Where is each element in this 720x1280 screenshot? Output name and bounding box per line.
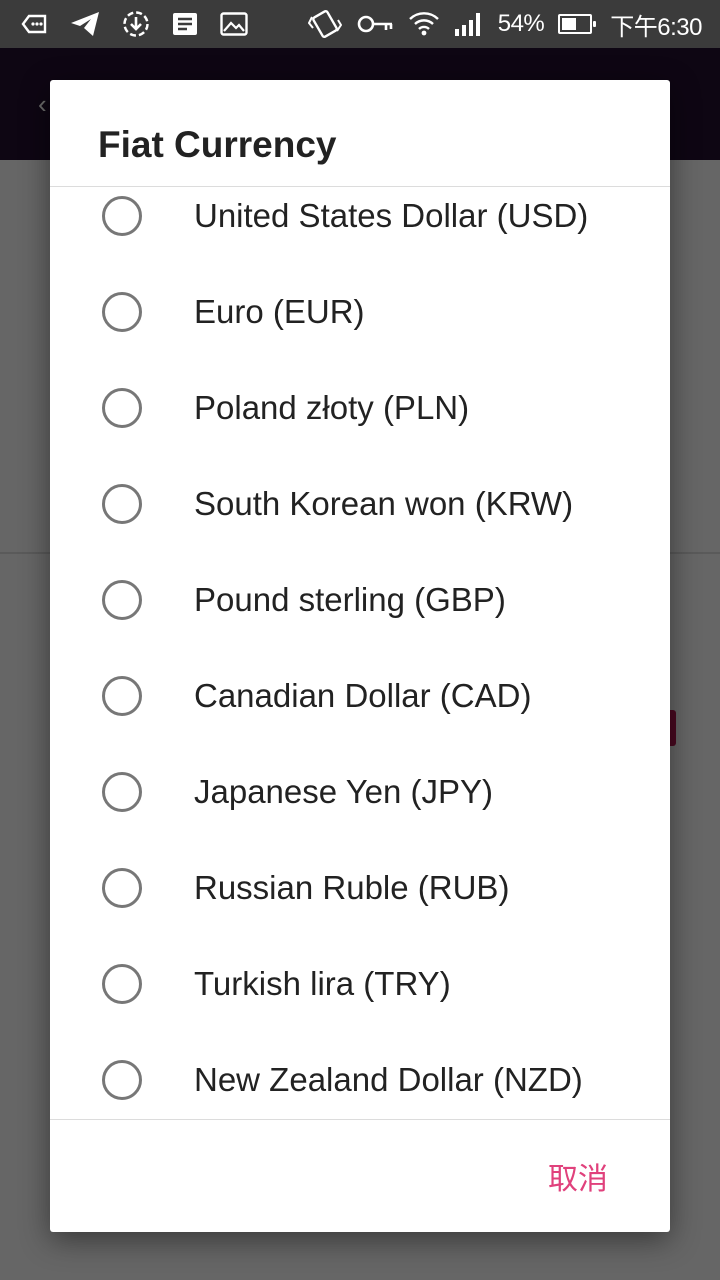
battery-icon bbox=[558, 14, 597, 34]
vibrate-icon bbox=[307, 9, 342, 39]
currency-option[interactable]: Poland złoty (PLN) bbox=[50, 360, 670, 456]
currency-option-label: Canadian Dollar (CAD) bbox=[194, 677, 532, 714]
currency-option[interactable]: Euro (EUR) bbox=[50, 264, 670, 360]
currency-option-label: Turkish lira (TRY) bbox=[194, 965, 451, 1002]
currency-option-label: Pound sterling (GBP) bbox=[194, 581, 506, 618]
download-icon bbox=[122, 10, 150, 38]
currency-option[interactable]: Japanese Yen (JPY) bbox=[50, 744, 670, 840]
footer-divider bbox=[50, 1119, 670, 1120]
radio-button-icon[interactable] bbox=[102, 1060, 142, 1100]
clock: 下午6:30 bbox=[610, 13, 702, 41]
radio-button-icon[interactable] bbox=[102, 196, 142, 236]
radio-button-icon[interactable] bbox=[102, 484, 142, 524]
signal-icon bbox=[454, 11, 484, 37]
currency-option-label: United States Dollar (USD) bbox=[194, 197, 589, 234]
radio-button-icon[interactable] bbox=[102, 292, 142, 332]
currency-option[interactable]: Pound sterling (GBP) bbox=[50, 552, 670, 648]
currency-option[interactable]: United States Dollar (USD) bbox=[50, 187, 670, 264]
currency-option-label: Japanese Yen (JPY) bbox=[194, 773, 494, 810]
notes-icon bbox=[172, 12, 198, 36]
cancel-button[interactable]: 取消 bbox=[528, 1154, 628, 1198]
currency-option[interactable]: Turkish lira (TRY) bbox=[50, 936, 670, 1032]
radio-button-icon[interactable] bbox=[102, 676, 142, 716]
currency-option[interactable]: New Zealand Dollar (NZD) bbox=[50, 1032, 670, 1119]
currency-option[interactable]: South Korean won (KRW) bbox=[50, 456, 670, 552]
battery-percent: 54% bbox=[497, 10, 545, 37]
dialog-title: Fiat Currency bbox=[98, 124, 337, 165]
radio-button-icon[interactable] bbox=[102, 868, 142, 908]
voicemail-icon bbox=[20, 13, 48, 35]
vpn-key-icon bbox=[356, 13, 394, 35]
radio-button-icon[interactable] bbox=[102, 388, 142, 428]
wifi-icon bbox=[408, 9, 440, 39]
fiat-currency-dialog: Fiat Currency United States Dollar (USD)… bbox=[50, 80, 670, 1232]
telegram-icon bbox=[70, 11, 100, 37]
radio-button-icon[interactable] bbox=[102, 964, 142, 1004]
currency-option-label: South Korean won (KRW) bbox=[194, 485, 574, 522]
currency-option-label: Russian Ruble (RUB) bbox=[194, 869, 510, 906]
currency-option-label: Poland złoty (PLN) bbox=[194, 389, 470, 426]
currency-option[interactable]: Russian Ruble (RUB) bbox=[50, 840, 670, 936]
radio-button-icon[interactable] bbox=[102, 772, 142, 812]
radio-button-icon[interactable] bbox=[102, 580, 142, 620]
currency-option-label: New Zealand Dollar (NZD) bbox=[194, 1061, 583, 1098]
image-icon bbox=[220, 12, 248, 36]
currency-option-list[interactable]: United States Dollar (USD) Euro (EUR) Po… bbox=[50, 187, 670, 1119]
status-bar: 54% 下午6:30 bbox=[0, 0, 720, 48]
currency-option-label: Euro (EUR) bbox=[194, 293, 365, 330]
currency-option[interactable]: Canadian Dollar (CAD) bbox=[50, 648, 670, 744]
